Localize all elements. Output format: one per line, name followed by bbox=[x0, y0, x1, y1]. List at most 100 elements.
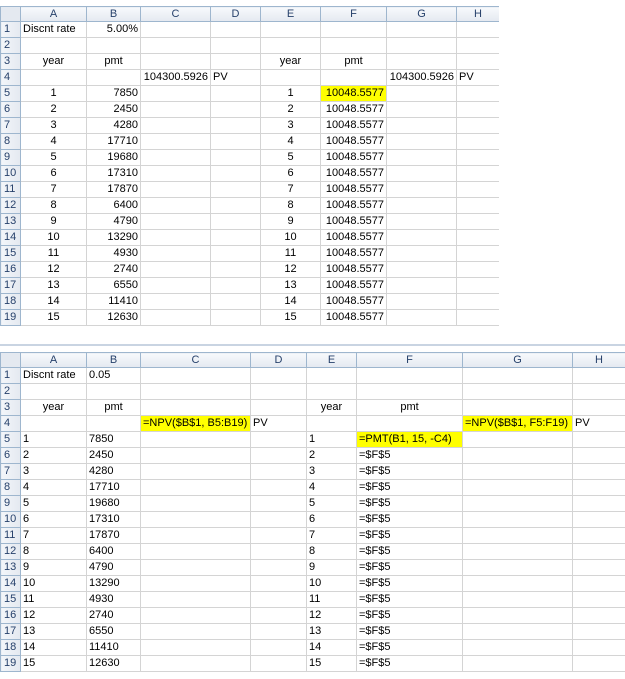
cell[interactable] bbox=[250, 383, 307, 400]
year-cell[interactable]: 12 bbox=[260, 261, 321, 278]
cell[interactable] bbox=[140, 149, 211, 166]
level-pmt-cell[interactable]: 10048.5577 bbox=[320, 101, 387, 118]
cell[interactable] bbox=[20, 415, 87, 432]
cell[interactable] bbox=[456, 101, 500, 118]
cell[interactable] bbox=[210, 181, 261, 198]
cell[interactable] bbox=[250, 607, 307, 624]
column-header[interactable]: H bbox=[456, 6, 500, 22]
cell[interactable] bbox=[386, 229, 457, 246]
cell[interactable] bbox=[356, 383, 463, 400]
column-header[interactable]: B bbox=[86, 6, 141, 22]
cell[interactable] bbox=[140, 511, 251, 528]
year-header[interactable]: year bbox=[260, 53, 321, 70]
cell[interactable] bbox=[462, 463, 573, 480]
year-cell[interactable]: 4 bbox=[260, 133, 321, 150]
year-cell[interactable]: 4 bbox=[20, 133, 87, 150]
ref-formula-cell[interactable]: =$F$5 bbox=[356, 511, 463, 528]
npv-formula-right[interactable]: =NPV($B$1, F5:F19) bbox=[462, 415, 573, 432]
column-header[interactable]: A bbox=[20, 352, 87, 368]
cell[interactable] bbox=[86, 37, 141, 54]
level-pmt-cell[interactable]: 10048.5577 bbox=[320, 117, 387, 134]
cell[interactable] bbox=[456, 21, 500, 38]
cell[interactable] bbox=[462, 431, 573, 448]
cell[interactable] bbox=[140, 245, 211, 262]
pmt-cell[interactable]: 6400 bbox=[86, 543, 141, 560]
pv-label-right[interactable]: PV bbox=[572, 415, 625, 432]
cell[interactable] bbox=[140, 383, 251, 400]
year-cell[interactable]: 1 bbox=[306, 431, 357, 448]
discount-rate-label[interactable]: Discnt rate bbox=[20, 367, 87, 384]
pv-label-left[interactable]: PV bbox=[250, 415, 307, 432]
row-header[interactable]: 17 bbox=[0, 277, 21, 294]
pmt-header[interactable]: pmt bbox=[320, 53, 387, 70]
cell[interactable] bbox=[456, 85, 500, 102]
year-cell[interactable]: 9 bbox=[260, 213, 321, 230]
cell[interactable] bbox=[386, 101, 457, 118]
level-pmt-cell[interactable]: 10048.5577 bbox=[320, 293, 387, 310]
cell[interactable] bbox=[210, 229, 261, 246]
year-cell[interactable]: 8 bbox=[260, 197, 321, 214]
select-all-corner[interactable] bbox=[0, 6, 21, 22]
cell[interactable] bbox=[140, 213, 211, 230]
year-cell[interactable]: 11 bbox=[306, 591, 357, 608]
row-header[interactable]: 19 bbox=[0, 309, 21, 326]
cell[interactable] bbox=[250, 575, 307, 592]
cell[interactable] bbox=[572, 383, 625, 400]
year-cell[interactable]: 8 bbox=[20, 543, 87, 560]
cell[interactable] bbox=[306, 367, 357, 384]
ref-formula-cell[interactable]: =$F$5 bbox=[356, 447, 463, 464]
ref-formula-cell[interactable]: =$F$5 bbox=[356, 463, 463, 480]
level-pmt-cell[interactable]: 10048.5577 bbox=[320, 149, 387, 166]
column-header[interactable]: C bbox=[140, 6, 211, 22]
cell[interactable] bbox=[140, 591, 251, 608]
cell[interactable] bbox=[572, 431, 625, 448]
pmt-header[interactable]: pmt bbox=[86, 53, 141, 70]
cell[interactable] bbox=[250, 639, 307, 656]
cell[interactable] bbox=[140, 293, 211, 310]
cell[interactable] bbox=[572, 495, 625, 512]
cell[interactable] bbox=[140, 367, 251, 384]
cell[interactable] bbox=[140, 559, 251, 576]
cell[interactable] bbox=[386, 197, 457, 214]
pmt-cell[interactable]: 12630 bbox=[86, 309, 141, 326]
pmt-cell[interactable]: 17870 bbox=[86, 181, 141, 198]
pmt-cell[interactable]: 4930 bbox=[86, 591, 141, 608]
cell[interactable] bbox=[210, 37, 261, 54]
year-cell[interactable]: 3 bbox=[20, 463, 87, 480]
cell[interactable] bbox=[250, 479, 307, 496]
year-cell[interactable]: 8 bbox=[20, 197, 87, 214]
pmt-cell[interactable]: 11410 bbox=[86, 293, 141, 310]
cell[interactable] bbox=[250, 543, 307, 560]
year-cell[interactable]: 14 bbox=[20, 639, 87, 656]
pmt-cell[interactable]: 6550 bbox=[86, 623, 141, 640]
pmt-cell[interactable]: 12630 bbox=[86, 655, 141, 672]
row-header[interactable]: 10 bbox=[0, 511, 21, 528]
cell[interactable] bbox=[306, 383, 357, 400]
year-cell[interactable]: 13 bbox=[20, 277, 87, 294]
cell[interactable] bbox=[210, 213, 261, 230]
cell[interactable] bbox=[572, 399, 625, 416]
cell[interactable] bbox=[386, 165, 457, 182]
row-header[interactable]: 13 bbox=[0, 213, 21, 230]
year-cell[interactable]: 15 bbox=[260, 309, 321, 326]
cell[interactable] bbox=[456, 149, 500, 166]
cell[interactable] bbox=[386, 293, 457, 310]
year-cell[interactable]: 7 bbox=[260, 181, 321, 198]
cell[interactable] bbox=[210, 245, 261, 262]
level-pmt-cell[interactable]: 10048.5577 bbox=[320, 309, 387, 326]
row-header[interactable]: 5 bbox=[0, 431, 21, 448]
cell[interactable] bbox=[462, 447, 573, 464]
row-header[interactable]: 19 bbox=[0, 655, 21, 672]
level-pmt-cell[interactable]: 10048.5577 bbox=[320, 245, 387, 262]
cell[interactable] bbox=[140, 447, 251, 464]
npv-result-left[interactable]: 104300.5926 bbox=[140, 69, 211, 86]
cell[interactable] bbox=[260, 69, 321, 86]
year-cell[interactable]: 4 bbox=[20, 479, 87, 496]
column-header[interactable]: D bbox=[250, 352, 307, 368]
cell[interactable] bbox=[306, 415, 357, 432]
level-pmt-cell[interactable]: 10048.5577 bbox=[320, 261, 387, 278]
pmt-cell[interactable]: 13290 bbox=[86, 575, 141, 592]
year-cell[interactable]: 13 bbox=[20, 623, 87, 640]
year-cell[interactable]: 14 bbox=[306, 639, 357, 656]
pmt-cell[interactable]: 13290 bbox=[86, 229, 141, 246]
